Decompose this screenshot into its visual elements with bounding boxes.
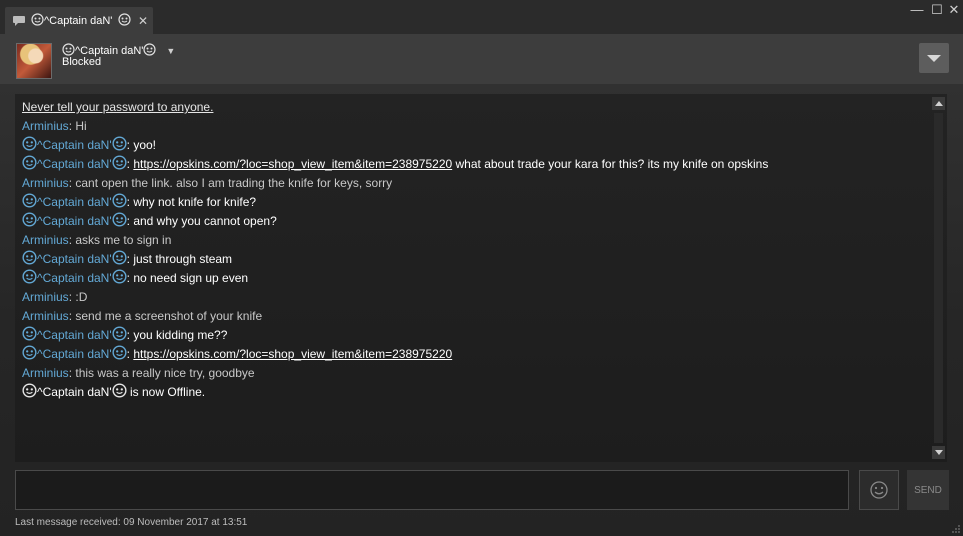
message-sender[interactable]: ^Captain daN' bbox=[37, 214, 112, 228]
message-input[interactable] bbox=[15, 470, 849, 510]
chevron-down-icon[interactable]: ▼ bbox=[166, 46, 175, 56]
chat-message: ^Captain daN': yoo! bbox=[22, 136, 922, 155]
minimize-button[interactable]: — bbox=[908, 2, 926, 18]
chevron-down-icon bbox=[927, 54, 941, 62]
friend-status: Blocked bbox=[62, 56, 102, 68]
chat-tab[interactable]: ^Captain daN' ✕ bbox=[5, 7, 153, 34]
smiley-emoticon-icon bbox=[22, 212, 37, 233]
smiley-emoticon-icon bbox=[112, 326, 127, 347]
scrollbar[interactable] bbox=[932, 97, 945, 459]
tab-close-icon[interactable]: ✕ bbox=[135, 14, 151, 28]
message-text: send me a screenshot of your knife bbox=[75, 309, 263, 323]
last-message-status: Last message received: 09 November 2017 … bbox=[15, 517, 248, 528]
smiley-emoticon-icon bbox=[31, 12, 44, 29]
message-link[interactable]: https://opskins.com/?loc=shop_view_item&… bbox=[133, 347, 452, 361]
close-button[interactable]: ✕ bbox=[945, 2, 963, 18]
offline-friend-name: ^Captain daN' bbox=[37, 385, 112, 399]
message-sender[interactable]: Arminius bbox=[22, 309, 69, 323]
smiley-emoticon-icon bbox=[22, 155, 37, 176]
smiley-emoticon-icon bbox=[112, 212, 127, 233]
message-text: this was a really nice try, goodbye bbox=[75, 366, 255, 380]
chat-message: ^Captain daN': just through steam bbox=[22, 250, 922, 269]
smiley-emoticon-icon bbox=[22, 136, 37, 157]
message-text: and why you cannot open? bbox=[133, 214, 277, 228]
maximize-button[interactable]: ☐ bbox=[928, 2, 946, 18]
message-text: Hi bbox=[75, 119, 87, 133]
chat-message: ^Captain daN': no need sign up even bbox=[22, 269, 922, 288]
smiley-emoticon-icon bbox=[112, 136, 127, 157]
message-text: why not knife for knife? bbox=[133, 195, 257, 209]
chat-options-button[interactable] bbox=[919, 43, 949, 73]
chat-message: Arminius: this was a really nice try, go… bbox=[22, 364, 922, 383]
smiley-emoticon-icon bbox=[112, 345, 127, 366]
resize-grip-icon[interactable] bbox=[951, 524, 961, 534]
message-sender[interactable]: ^Captain daN' bbox=[37, 138, 112, 152]
message-sender[interactable]: Arminius bbox=[22, 290, 69, 304]
message-sender[interactable]: ^Captain daN' bbox=[37, 347, 112, 361]
chat-message: Arminius: asks me to sign in bbox=[22, 231, 922, 250]
chat-message: Arminius: Hi bbox=[22, 117, 922, 136]
message-sender[interactable]: ^Captain daN' bbox=[37, 328, 112, 342]
scroll-up-button[interactable] bbox=[932, 97, 945, 110]
message-text: asks me to sign in bbox=[75, 233, 172, 247]
chat-log[interactable]: Never tell your password to anyone. Armi… bbox=[15, 94, 947, 462]
smiley-emoticon-icon bbox=[22, 250, 37, 271]
smiley-emoticon-icon bbox=[22, 345, 37, 366]
send-button[interactable]: SEND bbox=[907, 470, 949, 510]
message-sender[interactable]: Arminius bbox=[22, 176, 69, 190]
smiley-emoticon-icon bbox=[112, 155, 127, 176]
chat-message: ^Captain daN': https://opskins.com/?loc=… bbox=[22, 345, 922, 364]
message-text: what about trade your kara for this? its… bbox=[452, 157, 769, 171]
chat-message: ^Captain daN': why not knife for knife? bbox=[22, 193, 922, 212]
friend-header: ^Captain daN' ▼ Blocked bbox=[0, 34, 963, 84]
chat-message: Arminius: send me a screenshot of your k… bbox=[22, 307, 922, 326]
chat-bubble-icon bbox=[13, 15, 25, 26]
message-text: no need sign up even bbox=[133, 271, 249, 285]
friend-avatar[interactable] bbox=[16, 43, 52, 79]
smiley-emoticon-icon bbox=[22, 193, 37, 214]
chat-window: ^Captain daN' ✕ — ☐ ✕ ^Captain daN' ▼ Bl… bbox=[0, 0, 963, 536]
smiley-emoticon-icon bbox=[112, 193, 127, 214]
message-sender[interactable]: ^Captain daN' bbox=[37, 252, 112, 266]
message-text: cant open the link. also I am trading th… bbox=[75, 176, 393, 190]
smiley-emoticon-icon bbox=[22, 383, 37, 404]
smiley-emoticon-icon bbox=[22, 269, 37, 290]
smiley-emoticon-icon bbox=[143, 43, 157, 59]
tab-bar: ^Captain daN' ✕ — ☐ ✕ bbox=[0, 0, 963, 34]
offline-text: is now Offline. bbox=[126, 385, 206, 399]
message-text: yoo! bbox=[133, 138, 156, 152]
chat-message: ^Captain daN': you kidding me?? bbox=[22, 326, 922, 345]
message-text: just through steam bbox=[133, 252, 233, 266]
message-sender[interactable]: ^Captain daN' bbox=[37, 157, 112, 171]
chat-message: ^Captain daN': and why you cannot open? bbox=[22, 212, 922, 231]
offline-notice: ^Captain daN' is now Offline. bbox=[22, 383, 922, 402]
chat-message: ^Captain daN': https://opskins.com/?loc=… bbox=[22, 155, 922, 174]
emoticon-button[interactable] bbox=[859, 470, 899, 510]
smiley-emoticon-icon bbox=[112, 250, 127, 271]
message-text: :D bbox=[75, 290, 88, 304]
smiley-icon bbox=[870, 481, 888, 499]
message-sender[interactable]: Arminius bbox=[22, 119, 69, 133]
chat-message: Arminius: cant open the link. also I am … bbox=[22, 174, 922, 193]
security-notice: Never tell your password to anyone. bbox=[22, 100, 214, 114]
smiley-emoticon-icon bbox=[112, 269, 127, 290]
smiley-emoticon-icon bbox=[22, 326, 37, 347]
chat-message: Arminius: :D bbox=[22, 288, 922, 307]
message-link[interactable]: https://opskins.com/?loc=shop_view_item&… bbox=[133, 157, 452, 171]
tab-title: ^Captain daN' bbox=[44, 14, 113, 27]
message-sender[interactable]: Arminius bbox=[22, 233, 69, 247]
message-sender[interactable]: ^Captain daN' bbox=[37, 195, 112, 209]
message-text: you kidding me?? bbox=[133, 328, 228, 342]
message-sender[interactable]: Arminius bbox=[22, 366, 69, 380]
smiley-emoticon-icon bbox=[112, 383, 127, 404]
scroll-down-button[interactable] bbox=[932, 446, 945, 459]
scroll-track[interactable] bbox=[934, 113, 943, 443]
smiley-emoticon-icon bbox=[118, 12, 131, 29]
message-list: Never tell your password to anyone. Armi… bbox=[22, 98, 922, 402]
message-sender[interactable]: ^Captain daN' bbox=[37, 271, 112, 285]
